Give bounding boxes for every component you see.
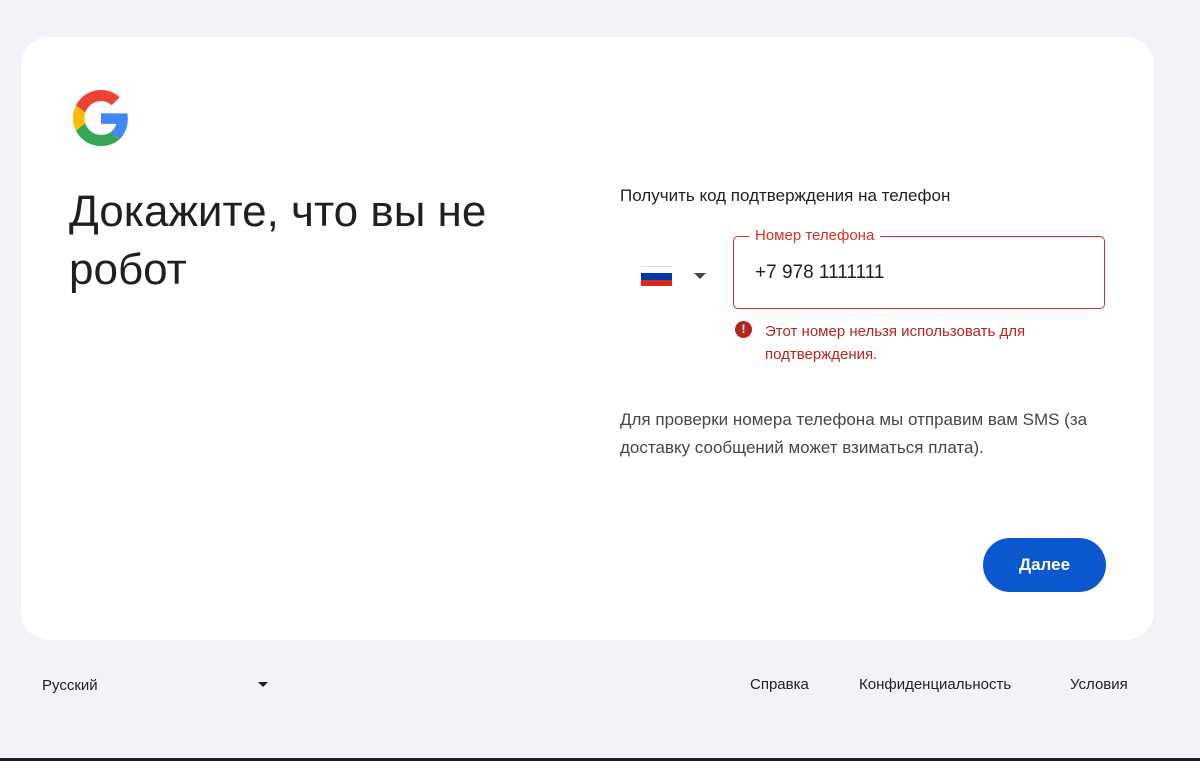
footer: Русский Справка Конфиденциальность Услов…: [0, 660, 1200, 710]
sms-info-text: Для проверки номера телефона мы отправим…: [620, 410, 1088, 457]
phone-number-input[interactable]: [755, 257, 1085, 289]
chevron-down-icon: [258, 682, 268, 687]
language-select[interactable]: Русский: [42, 672, 268, 698]
next-button[interactable]: Далее: [983, 538, 1106, 592]
chevron-down-icon: [694, 273, 706, 279]
terms-link[interactable]: Условия: [1070, 672, 1128, 698]
page-title-line-2: робот: [69, 245, 187, 294]
sign-in-card: Докажите, что вы не робот Получить код п…: [21, 37, 1154, 640]
phone-verification-subtitle: Получить код подтверждения на телефон: [620, 186, 951, 205]
error-icon: !: [735, 321, 752, 338]
country-code-select[interactable]: [631, 251, 721, 301]
error-text: Этот номер нельзя использовать для подтв…: [765, 323, 1026, 363]
phone-number-field: Номер телефона: [733, 226, 1105, 309]
privacy-link[interactable]: Конфиденциальность: [859, 672, 1011, 698]
help-link[interactable]: Справка: [750, 672, 809, 698]
phone-error-message: ! Этот номер нельзя использовать для под…: [735, 320, 1095, 366]
phone-number-label: Номер телефона: [749, 226, 881, 246]
page-title-line-1: Докажите, что вы не: [69, 187, 487, 236]
language-label: Русский: [42, 676, 98, 694]
page-title: Докажите, что вы не робот: [69, 183, 569, 299]
google-logo: [73, 90, 128, 146]
russia-flag-icon: [641, 266, 672, 286]
